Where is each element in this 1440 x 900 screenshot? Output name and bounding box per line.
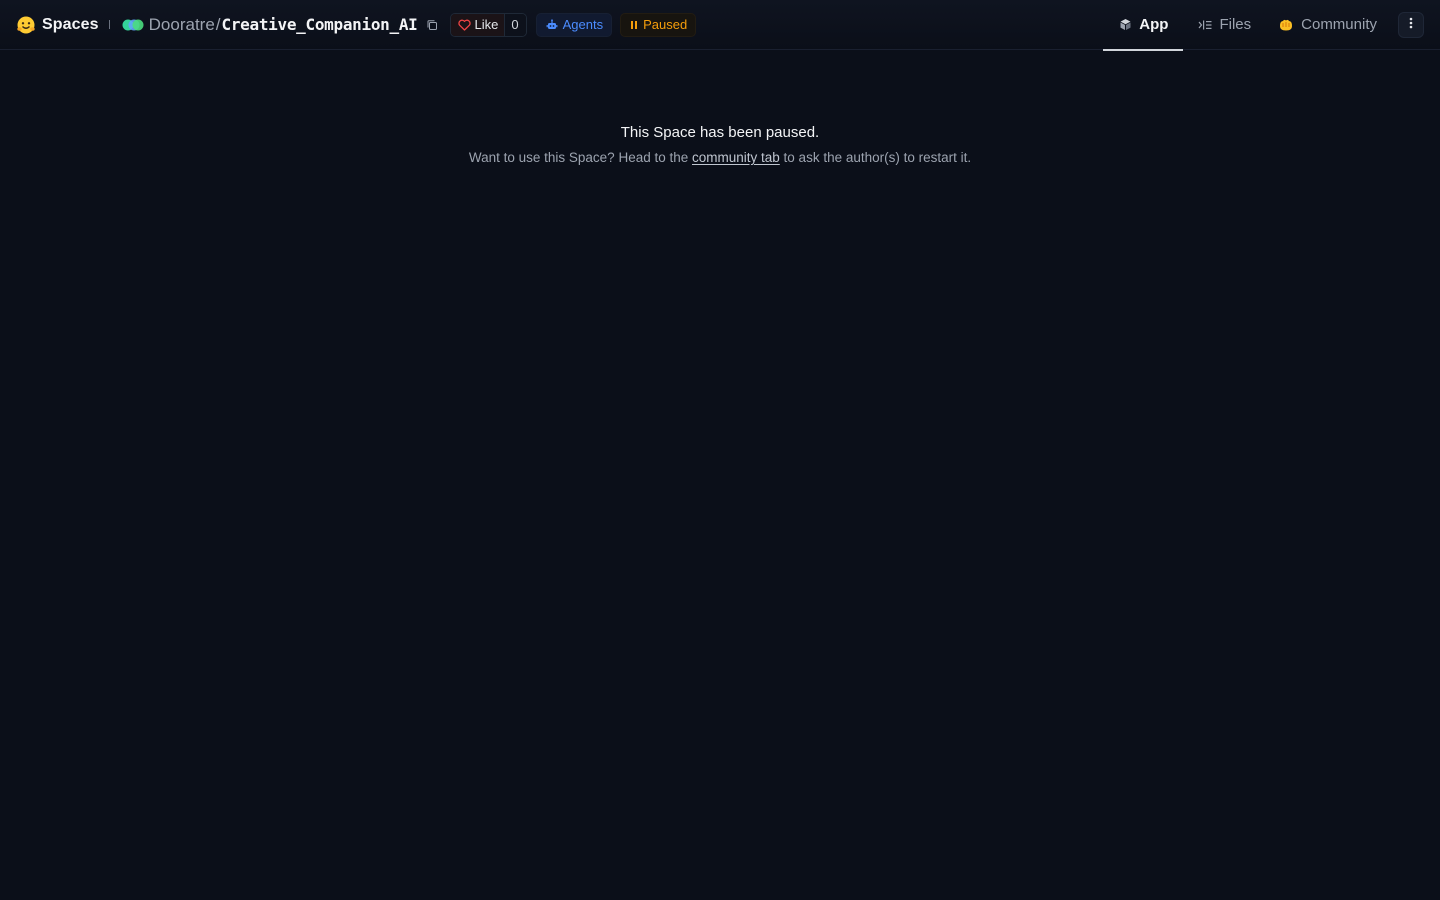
heart-icon	[457, 19, 471, 31]
files-list-icon	[1198, 19, 1212, 31]
pause-icon	[630, 20, 638, 30]
copy-icon[interactable]	[425, 18, 439, 32]
community-hands-icon	[1278, 18, 1294, 32]
robot-icon	[546, 18, 558, 31]
hugging-face-logo-icon[interactable]	[16, 15, 36, 35]
like-label: Like	[474, 17, 499, 32]
owner-avatar[interactable]	[121, 18, 146, 32]
paused-desc-text-end: to ask the author(s) to restart it.	[779, 150, 972, 165]
like-button[interactable]: Like	[450, 13, 505, 36]
like-group: Like 0	[449, 12, 527, 37]
tab-community[interactable]: Community	[1265, 0, 1398, 50]
agents-button[interactable]: Agents	[535, 12, 613, 37]
paused-desc-text: Want to use this Space? Head to the	[468, 150, 692, 165]
like-count[interactable]: 0	[504, 13, 526, 36]
paused-description: Want to use this Space? Head to the comm…	[0, 150, 1440, 165]
breadcrumb: Spaces Dooratre / Creative_Companion_AI	[0, 0, 697, 50]
status-badge[interactable]: Paused	[620, 12, 697, 37]
tab-app[interactable]: App	[1103, 0, 1184, 51]
community-tab-link[interactable]: community tab	[692, 150, 780, 165]
space-name-link[interactable]: Creative_Companion_AI	[222, 15, 418, 34]
more-vertical-icon	[1409, 16, 1413, 34]
tab-app-label: App	[1139, 16, 1169, 33]
cube-icon	[1119, 18, 1132, 31]
tab-files[interactable]: Files	[1183, 0, 1265, 50]
status-label: Paused	[643, 17, 688, 32]
divider	[108, 20, 110, 29]
more-options-button[interactable]	[1398, 11, 1424, 38]
paused-title: This Space has been paused.	[620, 124, 820, 141]
tab-bar: App Files Community	[1103, 0, 1440, 51]
spaces-link[interactable]: Spaces	[42, 16, 99, 34]
agents-label: Agents	[562, 17, 604, 32]
top-bar: Spaces Dooratre / Creative_Companion_AI	[0, 0, 1440, 51]
tab-community-label: Community	[1301, 16, 1377, 33]
path-separator: /	[215, 14, 221, 34]
owner-link[interactable]: Dooratre	[149, 15, 215, 35]
tab-files-label: Files	[1219, 16, 1252, 33]
main-content: This Space has been paused. Want to use …	[0, 50, 1440, 165]
